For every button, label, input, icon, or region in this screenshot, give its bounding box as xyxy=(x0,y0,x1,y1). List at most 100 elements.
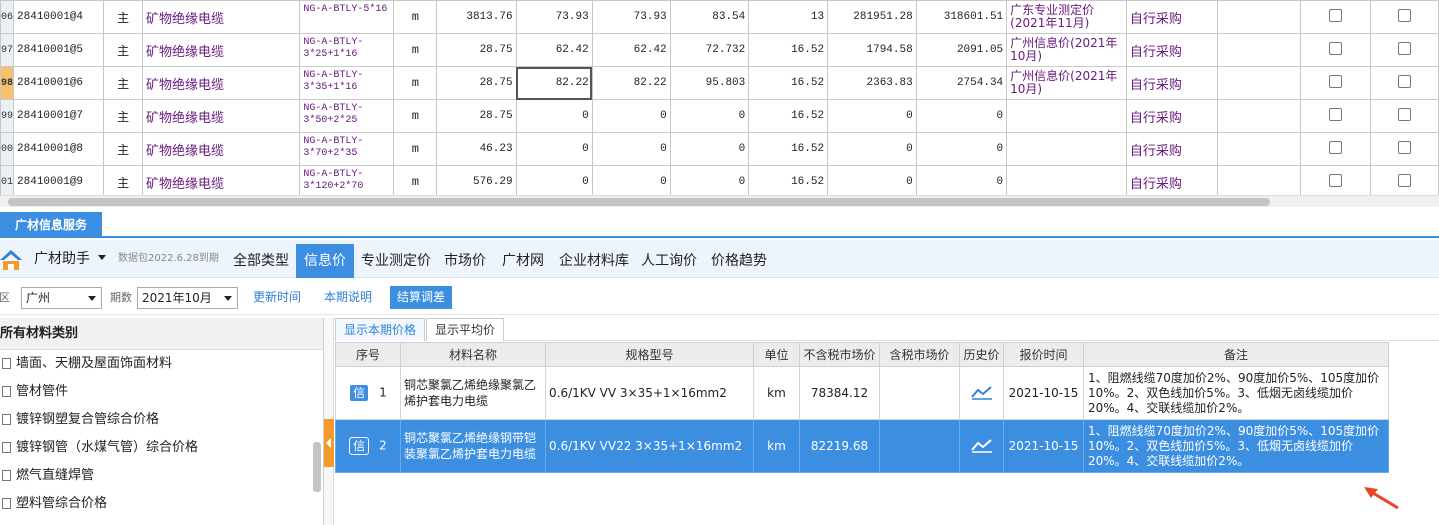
material-name[interactable]: 矿物绝缘电缆 xyxy=(142,132,301,166)
tab-market-price[interactable]: 市场价 xyxy=(438,244,492,278)
col-quote-date[interactable]: 报价时间 xyxy=(1003,342,1084,367)
price-row[interactable]: 信 2 铜芯聚氯乙烯绝缘钢带铠装聚氯乙烯护套电力电缆 0.6/1KV VV22 3×3… xyxy=(335,419,1389,473)
material-spec[interactable]: NG-A-BTLY-3*25+1*16 xyxy=(299,33,395,67)
quantity[interactable]: 28.75 xyxy=(436,33,517,67)
period-select[interactable]: 2021年10月 xyxy=(137,287,238,309)
market-price[interactable]: 73.93 xyxy=(591,0,671,34)
checkbox-cell[interactable] xyxy=(1300,0,1371,34)
purchase-method[interactable]: 自行采购 xyxy=(1125,165,1218,195)
market-price[interactable]: 62.42 xyxy=(591,33,671,67)
quantity[interactable]: 576.29 xyxy=(436,165,517,195)
empty-cell[interactable] xyxy=(1216,99,1302,133)
material-code[interactable]: 28410001@9 xyxy=(13,165,105,195)
material-code[interactable]: 28410001@7 xyxy=(13,99,105,133)
material-type[interactable]: 主 xyxy=(103,165,144,195)
tax-amount[interactable]: 2091.05 xyxy=(915,33,1008,67)
material-type[interactable]: 主 xyxy=(103,66,144,100)
checkbox-cell[interactable] xyxy=(1369,66,1439,100)
material-type[interactable]: 主 xyxy=(103,33,144,67)
category-scrollbar[interactable] xyxy=(313,442,321,492)
checkbox-cell[interactable] xyxy=(1300,33,1371,67)
purchase-method[interactable]: 自行采购 xyxy=(1125,33,1218,67)
row-checkbox[interactable] xyxy=(1329,174,1343,187)
material-name[interactable]: 铜芯聚氯乙烯绝缘聚氯乙烯护套电力电缆 xyxy=(400,366,546,420)
material-type[interactable]: 主 xyxy=(103,0,144,34)
material-code[interactable]: 28410001@6 xyxy=(13,66,105,100)
tax-price[interactable]: 83.54 xyxy=(669,0,750,34)
chevron-down-icon[interactable] xyxy=(98,255,106,260)
tax-amount[interactable]: 0 xyxy=(915,165,1008,195)
row-checkbox[interactable] xyxy=(1397,42,1411,55)
update-time-button[interactable]: 更新时间 xyxy=(246,286,309,309)
material-spec[interactable]: NG-A-BTLY-3*35+1*16 xyxy=(299,66,395,100)
purchase-method[interactable]: 自行采购 xyxy=(1125,99,1218,133)
seq-cell[interactable]: 信2 xyxy=(335,419,401,473)
material-name[interactable]: 矿物绝缘电缆 xyxy=(142,165,301,195)
note[interactable]: 1、阻燃线缆70度加价2%、90度加价5%、105度加价10%。2、双色线加价5… xyxy=(1083,366,1389,420)
grid-row[interactable]: 98 28410001@6 主矿物绝缘电缆 NG-A-BTLY-3*35+1*16 m 2… xyxy=(0,66,1439,100)
period-notes-button[interactable]: 本期说明 xyxy=(317,286,380,309)
tax-price[interactable]: 0 xyxy=(669,165,750,195)
row-checkbox[interactable] xyxy=(1397,9,1411,22)
checkbox-cell[interactable] xyxy=(1369,165,1439,195)
material-spec[interactable]: 0.6/1KV VV 3×35+1×16mm2 xyxy=(545,366,754,420)
col-history[interactable]: 历史价 xyxy=(959,342,1004,367)
quantity[interactable]: 28.75 xyxy=(436,66,517,100)
tax-amount[interactable]: 0 xyxy=(915,132,1008,166)
material-spec[interactable]: NG-A-BTLY-3*50+2*25 xyxy=(299,99,395,133)
settlement-adjust-button[interactable]: 结算调差 xyxy=(390,286,453,309)
market-price[interactable]: 0 xyxy=(591,165,671,195)
amount[interactable]: 1794.58 xyxy=(827,33,917,67)
purchase-method[interactable]: 自行采购 xyxy=(1125,132,1218,166)
material-unit[interactable]: km xyxy=(753,366,800,420)
material-spec[interactable]: NG-A-BTLY-3*70+2*35 xyxy=(299,132,395,166)
row-checkbox[interactable] xyxy=(1397,108,1411,121)
material-spec[interactable]: 0.6/1KV VV22 3×35+1×16mm2 xyxy=(545,419,754,473)
price-source[interactable] xyxy=(1006,132,1127,166)
note[interactable]: 1、阻燃线缆70度加价2%、90度加价5%、105度加价10%。2、双色线加价5… xyxy=(1083,419,1389,473)
price-source[interactable] xyxy=(1006,99,1127,133)
price-source[interactable]: 广东专业测定价(2021年11月) xyxy=(1006,0,1127,34)
col-price-tax[interactable]: 含税市场价 xyxy=(879,342,960,367)
budget-price[interactable]: 0 xyxy=(515,132,593,166)
amount[interactable]: 0 xyxy=(827,132,917,166)
checkbox-cell[interactable] xyxy=(1369,33,1439,67)
tax-amount[interactable]: 0 xyxy=(915,99,1008,133)
empty-cell[interactable] xyxy=(1216,66,1302,100)
price-source[interactable]: 广州信息价(2021年10月) xyxy=(1006,66,1127,100)
price-source[interactable] xyxy=(1006,165,1127,195)
brand-name[interactable]: 广材助手 xyxy=(34,240,90,278)
col-note[interactable]: 备注 xyxy=(1083,342,1389,367)
tax-rate[interactable]: 16.52 xyxy=(748,99,829,133)
tax-price[interactable]: 0 xyxy=(669,99,750,133)
budget-price[interactable]: 73.93 xyxy=(515,0,593,34)
market-price[interactable]: 82.22 xyxy=(591,66,671,100)
tax-rate[interactable]: 16.52 xyxy=(748,132,829,166)
material-unit[interactable]: m xyxy=(393,33,438,67)
empty-cell[interactable] xyxy=(1216,132,1302,166)
tab-guangcai-info-service[interactable]: 广材信息服务 xyxy=(0,212,102,238)
scrollbar-thumb[interactable] xyxy=(8,198,1270,206)
col-seq[interactable]: 序号 xyxy=(335,342,401,367)
budget-price[interactable]: 0 xyxy=(515,165,593,195)
purchase-method[interactable]: 自行采购 xyxy=(1125,66,1218,100)
category-header[interactable]: 所有材料类别 xyxy=(0,318,323,350)
category-item[interactable]: 镀锌钢管（水煤气管）综合价格 xyxy=(0,434,323,462)
quantity[interactable]: 28.75 xyxy=(436,99,517,133)
row-checkbox[interactable] xyxy=(1397,174,1411,187)
history-cell[interactable] xyxy=(959,419,1004,473)
tab-all-types[interactable]: 全部类型 xyxy=(226,244,296,278)
checkbox-cell[interactable] xyxy=(1369,0,1439,34)
tax-price[interactable]: 72.732 xyxy=(669,33,750,67)
material-name[interactable]: 矿物绝缘电缆 xyxy=(142,0,301,34)
purchase-method[interactable]: 自行采购 xyxy=(1125,0,1218,34)
tax-price[interactable]: 95.803 xyxy=(669,66,750,100)
grid-row[interactable]: 99 28410001@7 主矿物绝缘电缆 NG-A-BTLY-3*50+2*25 m 2… xyxy=(0,99,1439,133)
grid-row[interactable]: 00 28410001@8 主矿物绝缘电缆 NG-A-BTLY-3*70+2*35 m 4… xyxy=(0,132,1439,166)
row-checkbox[interactable] xyxy=(1329,108,1343,121)
material-code[interactable]: 28410001@8 xyxy=(13,132,105,166)
row-checkbox[interactable] xyxy=(1329,42,1343,55)
quantity[interactable]: 3813.76 xyxy=(436,0,517,34)
horizontal-scrollbar[interactable] xyxy=(0,195,1439,207)
price-tax[interactable] xyxy=(879,419,960,473)
